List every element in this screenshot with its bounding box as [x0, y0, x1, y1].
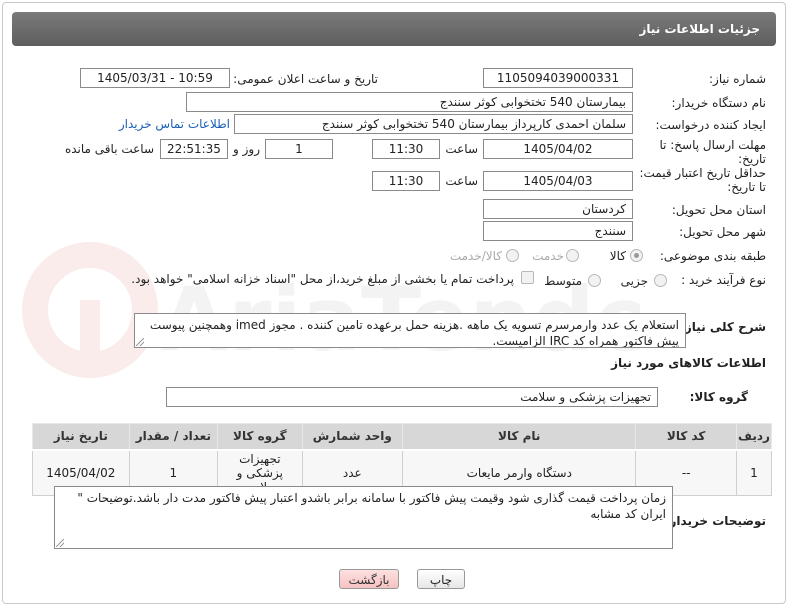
announce-label: تاریخ و ساعت اعلان عمومی:	[233, 72, 378, 86]
price-validity-label: حداقل تاریخ اعتبار قیمت: تا تاریخ:	[639, 166, 766, 194]
requester-field: سلمان احمدی کارپرداز بیمارستان 540 تختخو…	[234, 114, 633, 134]
process-medium-label: متوسط	[544, 274, 582, 288]
validity-time-field: 11:30	[372, 171, 440, 191]
buyer-org-field: بیمارستان 540 تختخوابی کوثر سنندج	[186, 92, 633, 112]
process-minor-label: جزیی	[620, 274, 648, 288]
reply-date-field: 1405/04/02	[483, 139, 633, 159]
category-service-label: خدمت	[532, 249, 564, 263]
process-minor-radio[interactable]	[654, 274, 667, 287]
col-qty-header: تعداد / مقدار	[128, 423, 219, 451]
back-button[interactable]: بازگشت	[339, 569, 399, 589]
buyer-notes-textarea[interactable]: زمان پرداخت قیمت گذاری شود وقیمت پیش فاک…	[54, 486, 673, 549]
days-field: 1	[265, 139, 333, 159]
remaining-time-field: 22:51:35	[160, 139, 228, 159]
remaining-label: ساعت باقی مانده	[64, 142, 154, 156]
validity-hour-label: ساعت	[445, 174, 478, 188]
validity-date-field: 1405/04/03	[483, 171, 633, 191]
requester-label: ایجاد کننده درخواست:	[655, 118, 766, 132]
reply-hour-label: ساعت	[445, 142, 478, 156]
col-date-header: تاریخ نیاز	[32, 423, 130, 451]
items-table: ردیف کد کالا نام کالا واحد شمارش گروه کا…	[32, 423, 773, 496]
treasury-checkbox[interactable]	[521, 271, 534, 284]
goods-group-field: تجهیزات پزشکی و سلامت	[166, 387, 658, 407]
category-service-radio[interactable]	[566, 249, 579, 262]
reply-deadline-label: مهلت ارسال پاسخ: تا تاریخ:	[659, 138, 766, 166]
print-button[interactable]: چاپ	[417, 569, 465, 589]
notes-resize-grip-icon[interactable]	[56, 539, 64, 547]
city-field: سنندج	[483, 221, 633, 241]
description-label: شرح کلی نیاز:	[680, 320, 766, 334]
page-title: جزئیات اطلاعات نیاز	[12, 12, 776, 46]
buyer-contact-link[interactable]: اطلاعات تماس خریدار	[119, 117, 230, 131]
province-field: کردستان	[483, 199, 633, 219]
buyer-org-label: نام دستگاه خریدار:	[671, 96, 767, 110]
cell-row: 1	[735, 449, 773, 496]
need-number-label: شماره نیاز:	[709, 72, 766, 86]
goods-group-label: گروه کالا:	[689, 390, 748, 404]
col-row-header: ردیف	[735, 423, 773, 451]
category-both-radio[interactable]	[506, 249, 519, 262]
treasury-note: پرداخت تمام یا بخشی از مبلغ خرید،از محل …	[131, 272, 514, 286]
category-label: طبقه بندی موضوعی:	[659, 249, 766, 263]
category-goods-radio[interactable]	[630, 249, 643, 262]
province-label: استان محل تحویل:	[671, 203, 766, 217]
reply-time-field: 11:30	[372, 139, 440, 159]
col-group-header: گروه کالا	[217, 423, 303, 451]
table-header-row: ردیف کد کالا نام کالا واحد شمارش گروه کا…	[32, 423, 773, 451]
buyer-notes-label: توضیحات خریدار:	[664, 514, 766, 528]
announce-field: 1405/03/31 - 10:59	[80, 68, 230, 88]
col-name-header: نام کالا	[402, 423, 637, 451]
city-label: شهر محل تحویل:	[679, 225, 766, 239]
col-unit-header: واحد شمارش	[301, 423, 404, 451]
goods-info-title: اطلاعات کالاهای مورد نیاز	[611, 356, 766, 370]
resize-grip-icon[interactable]	[136, 338, 144, 346]
category-goods-label: کالا	[609, 249, 626, 263]
need-number-field: 1105094039000331	[483, 68, 633, 88]
category-both-label: کالا/خدمت	[449, 249, 502, 263]
description-textarea[interactable]: استعلام یک عدد وارمرسرم تسویه یک ماهه .ه…	[134, 313, 686, 348]
days-label: روز و	[233, 142, 260, 156]
process-medium-radio[interactable]	[588, 274, 601, 287]
process-label: نوع فرآیند خرید :	[681, 273, 766, 287]
col-code-header: کد کالا	[635, 423, 737, 451]
